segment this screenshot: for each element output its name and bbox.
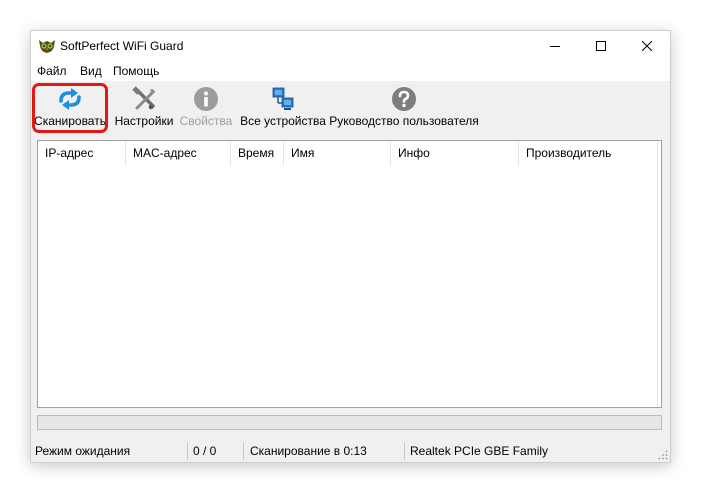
all-devices-button-label: Все устройства: [240, 114, 326, 128]
settings-button[interactable]: Настройки: [113, 81, 175, 134]
owl-icon: [39, 40, 55, 53]
tools-icon: [132, 86, 155, 110]
properties-button[interactable]: Свойства: [178, 81, 234, 134]
column-header-mac[interactable]: MAC-адрес: [126, 141, 231, 166]
properties-button-label: Свойства: [179, 114, 233, 128]
status-divider: [187, 443, 188, 460]
help-icon: [392, 87, 416, 111]
table-header: IP-адрес MAC-адрес Время Имя Инфо Произв…: [38, 141, 658, 166]
resize-grip-icon[interactable]: [658, 450, 668, 460]
window-title: SoftPerfect WiFi Guard: [60, 39, 184, 53]
toolbar: Сканировать Настройки Свойства Все устро…: [31, 81, 670, 134]
app-window: SoftPerfect WiFi Guard Файл Вид Помощь С…: [30, 30, 671, 463]
scan-highlight-frame: [32, 83, 108, 133]
status-scan-time: Сканирование в 0:13: [250, 444, 367, 458]
title-bar[interactable]: SoftPerfect WiFi Guard: [31, 31, 670, 61]
device-table[interactable]: IP-адрес MAC-адрес Время Имя Инфо Произв…: [37, 140, 662, 408]
status-count: 0 / 0: [193, 444, 217, 458]
maximize-button[interactable]: [578, 31, 624, 61]
minimize-button[interactable]: [532, 31, 578, 61]
status-divider: [243, 443, 244, 460]
status-bar: Режим ожидания 0 / 0 Сканирование в 0:13…: [31, 440, 670, 462]
table-scrollbar[interactable]: [657, 141, 661, 407]
info-icon: [194, 87, 218, 111]
column-header-name[interactable]: Имя: [284, 141, 391, 166]
network-computers-icon: [272, 87, 294, 110]
column-header-vendor[interactable]: Производитель: [519, 141, 658, 166]
settings-button-label: Настройки: [114, 114, 174, 128]
menu-help[interactable]: Помощь: [113, 64, 159, 78]
menu-bar: Файл Вид Помощь: [31, 61, 670, 81]
close-button[interactable]: [624, 31, 670, 61]
status-state: Режим ожидания: [35, 444, 131, 458]
column-header-info[interactable]: Инфо: [391, 141, 519, 166]
column-header-time[interactable]: Время: [231, 141, 284, 166]
column-header-ip[interactable]: IP-адрес: [38, 141, 126, 166]
menu-view[interactable]: Вид: [80, 64, 102, 78]
maximize-icon: [596, 41, 606, 51]
close-icon: [642, 41, 652, 51]
menu-file[interactable]: Файл: [37, 64, 67, 78]
minimize-icon: [550, 46, 560, 47]
user-guide-button-label: Руководство пользователя: [329, 114, 479, 128]
all-devices-button[interactable]: Все устройства: [239, 81, 327, 134]
user-guide-button[interactable]: Руководство пользователя: [329, 81, 479, 134]
status-adapter: Realtek PCIe GBE Family: [410, 444, 549, 458]
scan-progress-bar: [37, 415, 662, 430]
status-divider: [404, 443, 405, 460]
